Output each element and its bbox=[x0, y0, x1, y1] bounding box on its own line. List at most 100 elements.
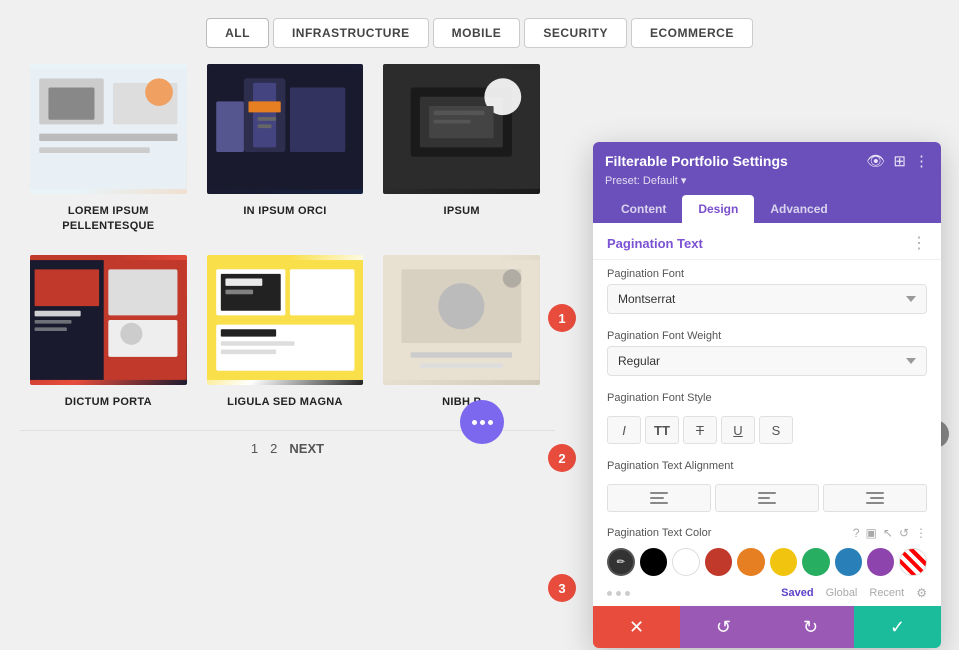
list-item[interactable]: NIBH P bbox=[373, 255, 550, 430]
filter-mobile[interactable]: MOBILE bbox=[433, 18, 521, 48]
question-icon[interactable]: ? bbox=[853, 526, 860, 540]
font-label: Pagination Font bbox=[607, 268, 927, 280]
color-section-header: Pagination Text Color ? ▣ ↖ ↺ ⋮ bbox=[593, 520, 941, 544]
font-select[interactable]: Montserrat bbox=[607, 284, 927, 314]
tablet-icon[interactable]: ▣ bbox=[866, 526, 877, 540]
panel-body: Pagination Text ⋮ Pagination Font Montse… bbox=[593, 223, 941, 606]
pointer-icon[interactable]: ↖ bbox=[883, 526, 893, 540]
eye-icon[interactable]: 👁 bbox=[866, 152, 885, 170]
next-page-link[interactable]: NEXT bbox=[289, 441, 324, 456]
section-menu-icon[interactable]: ⋮ bbox=[911, 233, 927, 253]
main-content: LOREM IPSUMPELLENTESQUE IN IPSUM O bbox=[0, 64, 959, 466]
color-swatches: ✏ bbox=[593, 544, 941, 584]
portfolio-image-4 bbox=[30, 255, 187, 385]
panel-tabs: Content Design Advanced bbox=[605, 195, 929, 223]
portfolio-image-6 bbox=[383, 255, 540, 385]
strike-button[interactable]: T bbox=[683, 416, 717, 444]
color-gear-icon[interactable]: ⚙ bbox=[916, 586, 927, 600]
underline-button[interactable]: U bbox=[721, 416, 755, 444]
portfolio-title-1: LOREM IPSUMPELLENTESQUE bbox=[30, 204, 187, 235]
redo-button[interactable]: ↻ bbox=[767, 606, 854, 648]
tab-advanced[interactable]: Advanced bbox=[754, 195, 843, 223]
filter-bar: ALL INFRASTRUCTURE MOBILE SECURITY ECOMM… bbox=[0, 0, 959, 64]
font-style-buttons: I TT T U S bbox=[593, 412, 941, 452]
align-left-button[interactable] bbox=[607, 484, 711, 512]
filter-all[interactable]: ALL bbox=[206, 18, 269, 48]
portfolio-title-4: DICTUM PORTA bbox=[30, 395, 187, 410]
list-item[interactable]: LIGULA SED MAGNA bbox=[197, 255, 374, 430]
more-icon[interactable]: ⋮ bbox=[914, 152, 929, 170]
portfolio-grid: LOREM IPSUMPELLENTESQUE IN IPSUM O bbox=[0, 64, 570, 430]
filter-security[interactable]: SECURITY bbox=[524, 18, 627, 48]
list-item[interactable]: DICTUM PORTA bbox=[20, 255, 197, 430]
cancel-button[interactable]: ✕ bbox=[593, 606, 680, 648]
alignment-field-group: Pagination Text Alignment bbox=[593, 452, 941, 480]
fab-dot-2 bbox=[480, 420, 485, 425]
font-weight-field-group: Pagination Font Weight Regular bbox=[593, 322, 941, 384]
swatch-edit[interactable]: ✏ bbox=[607, 548, 635, 576]
align-center-icon bbox=[758, 492, 776, 504]
portfolio-title-2: IN IPSUM ORCI bbox=[207, 204, 364, 219]
global-tab[interactable]: Global bbox=[826, 587, 858, 599]
swatch-yellow[interactable] bbox=[770, 548, 797, 576]
italic-button[interactable]: I bbox=[607, 416, 641, 444]
portfolio-image-5 bbox=[207, 255, 364, 385]
resize-icon[interactable]: ⊞ bbox=[893, 152, 906, 170]
swatch-blue[interactable] bbox=[835, 548, 862, 576]
recent-tab[interactable]: Recent bbox=[869, 587, 904, 599]
confirm-button[interactable]: ✓ bbox=[854, 606, 941, 648]
portfolio-image-1 bbox=[30, 64, 187, 194]
color-more-icon[interactable]: ⋮ bbox=[915, 526, 927, 540]
swatch-purple[interactable] bbox=[867, 548, 894, 576]
font-style-field-group: Pagination Font Style bbox=[593, 384, 941, 412]
tab-design[interactable]: Design bbox=[682, 195, 754, 223]
filter-infrastructure[interactable]: INFRASTRUCTURE bbox=[273, 18, 429, 48]
settings-panel: Filterable Portfolio Settings 👁 ⊞ ⋮ Pres… bbox=[593, 142, 941, 648]
swatch-black[interactable] bbox=[640, 548, 667, 576]
line-3 bbox=[650, 502, 668, 504]
portfolio-image-3 bbox=[383, 64, 540, 194]
saved-tab[interactable]: Saved bbox=[781, 587, 813, 599]
alignment-buttons bbox=[593, 480, 941, 520]
bold-button[interactable]: TT bbox=[645, 416, 679, 444]
swatch-orange[interactable] bbox=[737, 548, 764, 576]
page-1-link[interactable]: 1 bbox=[251, 441, 258, 456]
list-item[interactable]: IPSUM bbox=[373, 64, 550, 255]
swatch-white[interactable] bbox=[672, 548, 700, 576]
page-2-link[interactable]: 2 bbox=[270, 441, 277, 456]
alignment-label: Pagination Text Alignment bbox=[607, 460, 927, 472]
strikethrough-button[interactable]: S bbox=[759, 416, 793, 444]
dot-3 bbox=[625, 591, 630, 596]
swatch-striped[interactable] bbox=[899, 548, 927, 576]
align-right-icon bbox=[866, 492, 884, 504]
list-item[interactable]: IN IPSUM ORCI bbox=[197, 64, 374, 255]
line-3 bbox=[758, 502, 776, 504]
line-2 bbox=[870, 497, 884, 499]
panel-header-icons: 👁 ⊞ ⋮ bbox=[866, 152, 929, 170]
filter-ecommerce[interactable]: ECOMMERCE bbox=[631, 18, 753, 48]
align-right-button[interactable] bbox=[823, 484, 927, 512]
step-badge-3: 3 bbox=[548, 574, 576, 602]
list-item[interactable]: LOREM IPSUMPELLENTESQUE bbox=[20, 64, 197, 255]
color-label: Pagination Text Color bbox=[607, 527, 847, 539]
font-style-label: Pagination Font Style bbox=[607, 392, 927, 404]
align-center-button[interactable] bbox=[715, 484, 819, 512]
color-bottom-row: Saved Global Recent ⚙ bbox=[593, 584, 941, 606]
swatch-red[interactable] bbox=[705, 548, 732, 576]
portfolio-title-3: IPSUM bbox=[383, 204, 540, 219]
line-2 bbox=[650, 497, 664, 499]
font-weight-label: Pagination Font Weight bbox=[607, 330, 927, 342]
undo-button[interactable]: ↺ bbox=[680, 606, 767, 648]
swatch-green[interactable] bbox=[802, 548, 829, 576]
panel-preset[interactable]: Preset: Default ▾ bbox=[605, 174, 929, 187]
font-field-group: Pagination Font Montserrat bbox=[593, 260, 941, 322]
panel-header: Filterable Portfolio Settings 👁 ⊞ ⋮ Pres… bbox=[593, 142, 941, 223]
tab-content[interactable]: Content bbox=[605, 195, 682, 223]
fab-button[interactable] bbox=[460, 400, 504, 444]
font-weight-select[interactable]: Regular bbox=[607, 346, 927, 376]
align-left-icon bbox=[650, 492, 668, 504]
reset-color-icon[interactable]: ↺ bbox=[899, 526, 909, 540]
section-title: Pagination Text bbox=[607, 236, 703, 251]
line-2 bbox=[758, 497, 770, 499]
line-1 bbox=[866, 492, 884, 494]
